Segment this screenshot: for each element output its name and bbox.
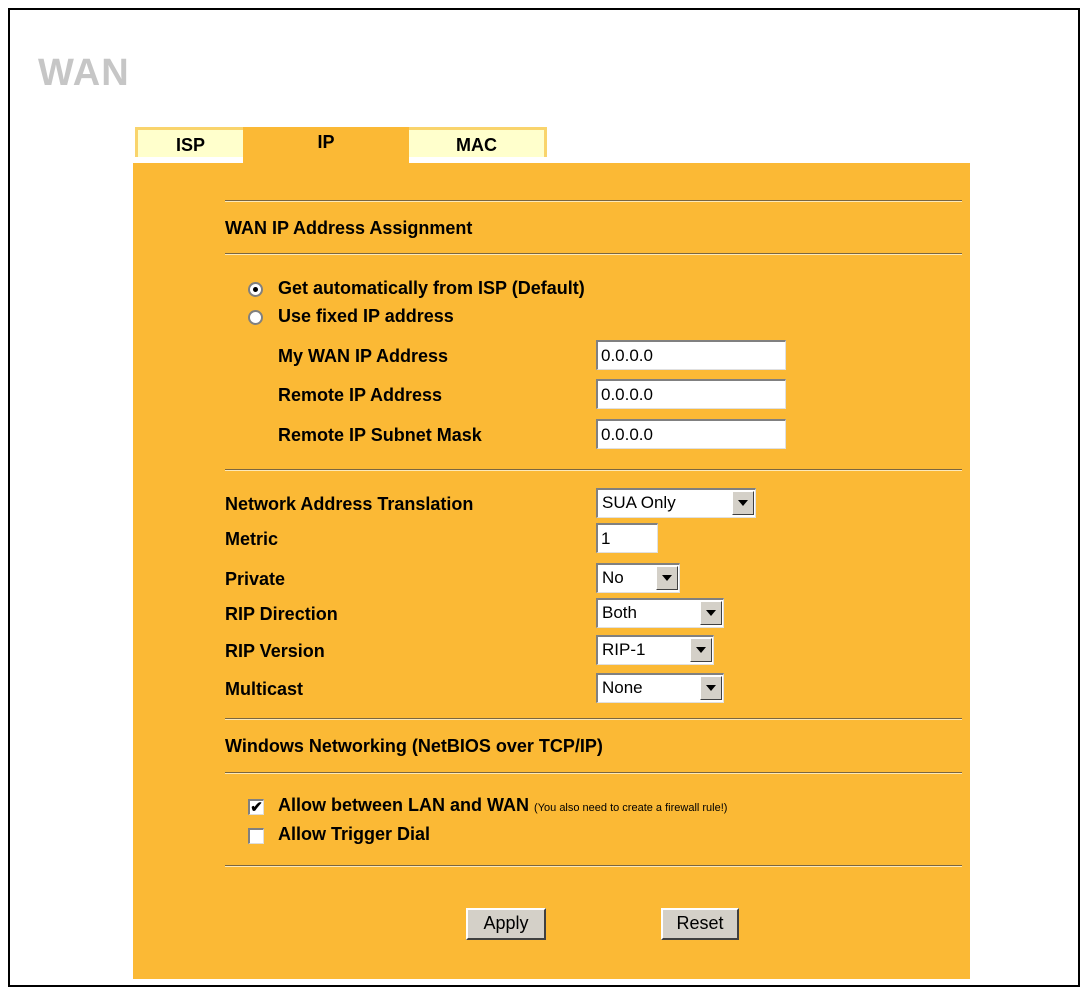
- radio-fixed-ip-label: Use fixed IP address: [278, 306, 454, 326]
- rip-direction-label: RIP Direction: [225, 604, 338, 624]
- nat-select[interactable]: SUA Only: [596, 488, 756, 518]
- remote-ip-label: Remote IP Address: [278, 385, 443, 405]
- divider: [225, 469, 962, 471]
- tab-isp[interactable]: ISP: [135, 127, 243, 157]
- private-label: Private: [225, 569, 286, 589]
- my-wan-ip-input[interactable]: [596, 340, 786, 370]
- remote-mask-input[interactable]: [596, 419, 786, 449]
- private-select[interactable]: No: [596, 563, 680, 593]
- chevron-down-icon[interactable]: [700, 601, 722, 625]
- firewall-note: (You also need to create a firewall rule…: [534, 802, 728, 814]
- remote-mask-label: Remote IP Subnet Mask: [278, 425, 482, 445]
- chevron-down-icon[interactable]: [700, 676, 722, 700]
- private-select-value: No: [602, 568, 624, 587]
- tab-mac[interactable]: MAC: [409, 127, 547, 157]
- page-frame: WAN ISP IP MAC WAN IP Address Assignment…: [8, 8, 1080, 987]
- multicast-select-value: None: [602, 678, 643, 697]
- divider: [225, 865, 962, 867]
- rip-direction-select[interactable]: Both: [596, 598, 724, 628]
- allow-lan-wan-label-row: Allow between LAN and WAN (You also need…: [278, 795, 727, 816]
- metric-input[interactable]: [596, 523, 658, 553]
- page-title: WAN: [38, 52, 130, 94]
- remote-ip-input[interactable]: [596, 379, 786, 409]
- wan-ip-heading: WAN IP Address Assignment: [225, 218, 473, 238]
- apply-button[interactable]: Apply: [466, 908, 546, 940]
- nat-label: Network Address Translation: [225, 494, 474, 514]
- checkmark-icon: ✔: [250, 799, 263, 816]
- reset-button[interactable]: Reset: [661, 908, 739, 940]
- multicast-select[interactable]: None: [596, 673, 724, 703]
- chevron-down-icon[interactable]: [690, 638, 712, 662]
- divider: [225, 253, 962, 255]
- settings-panel: WAN IP Address Assignment Get automatica…: [133, 163, 970, 979]
- radio-fixed-ip[interactable]: [248, 310, 263, 325]
- tab-ip[interactable]: IP: [243, 127, 409, 163]
- divider: [225, 718, 962, 720]
- radio-auto-ip-label: Get automatically from ISP (Default): [278, 278, 585, 298]
- divider: [225, 200, 962, 202]
- multicast-label: Multicast: [225, 679, 304, 699]
- rip-version-label: RIP Version: [225, 641, 325, 661]
- metric-label: Metric: [225, 529, 279, 549]
- rip-version-select[interactable]: RIP-1: [596, 635, 714, 665]
- divider: [225, 772, 962, 774]
- chevron-down-icon[interactable]: [732, 491, 754, 515]
- nat-select-value: SUA Only: [602, 493, 676, 512]
- allow-lan-wan-checkbox[interactable]: ✔: [248, 799, 264, 815]
- my-wan-ip-label: My WAN IP Address: [278, 346, 449, 366]
- allow-lan-wan-label: Allow between LAN and WAN: [278, 795, 530, 815]
- radio-auto-ip[interactable]: [248, 282, 263, 297]
- rip-direction-select-value: Both: [602, 603, 637, 622]
- rip-version-select-value: RIP-1: [602, 640, 646, 659]
- allow-trigger-dial-checkbox[interactable]: [248, 828, 264, 844]
- chevron-down-icon[interactable]: [656, 566, 678, 590]
- netbios-heading: Windows Networking (NetBIOS over TCP/IP): [225, 736, 603, 756]
- allow-trigger-dial-label: Allow Trigger Dial: [278, 824, 431, 844]
